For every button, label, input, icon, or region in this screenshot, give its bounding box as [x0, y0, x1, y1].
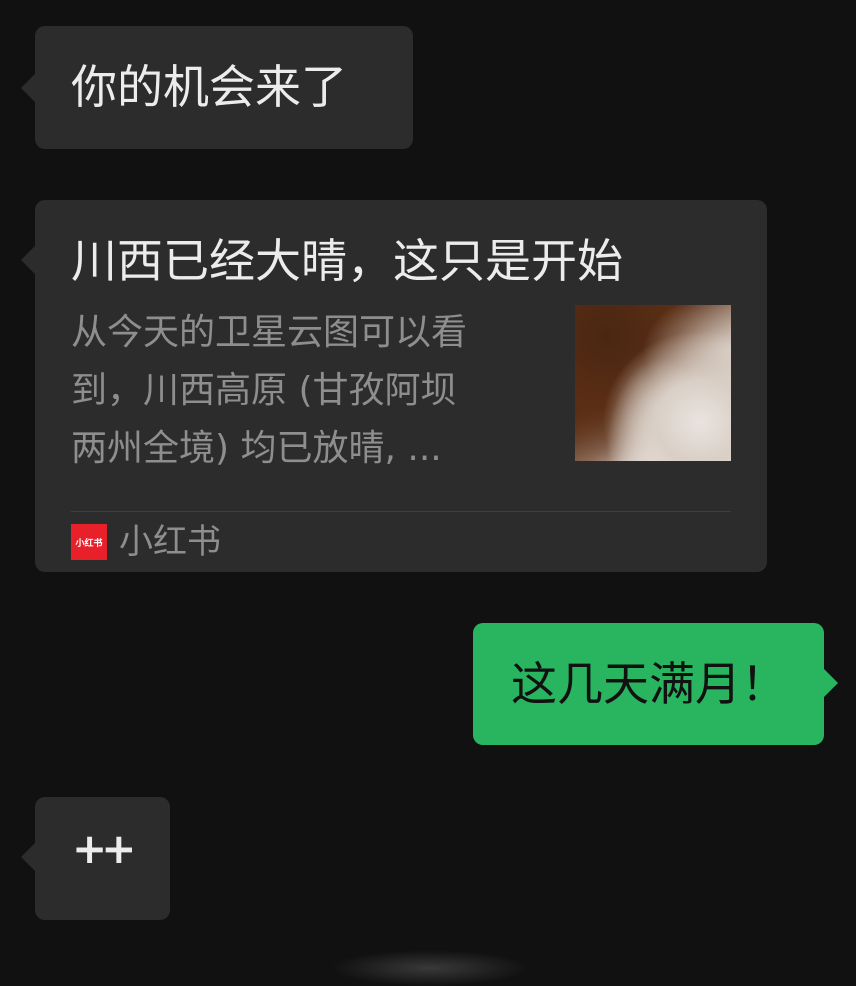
message-text: 你的机会来了 — [71, 60, 347, 114]
xiaohongshu-logo-icon: 小红书 — [71, 524, 107, 560]
cropped-content-edge — [330, 950, 530, 986]
link-card-description-line: 从今天的卫星云图可以看 — [71, 312, 468, 353]
link-card-title: 川西已经大晴，这只是开始 — [71, 234, 623, 288]
message-text: ++ — [72, 824, 136, 873]
link-card-description-line: 两州全境) 均已放晴, ... — [71, 428, 442, 469]
link-card-description: 从今天的卫星云图可以看 到，川西高原 (甘孜阿坝 两州全境) 均已放晴, ... — [71, 304, 541, 478]
message-bubble-outgoing[interactable]: 这几天满月！ — [473, 623, 838, 745]
link-card-divider — [71, 511, 731, 512]
message-bubble-incoming[interactable]: ++ — [21, 797, 170, 920]
message-bubble-incoming[interactable]: 你的机会来了 — [21, 26, 413, 149]
link-card-source-name: 小红书 — [119, 522, 221, 562]
message-text: 这几天满月！ — [511, 657, 787, 711]
link-card-description-line: 到，川西高原 (甘孜阿坝 — [71, 370, 457, 411]
link-card-thumbnail-image — [575, 305, 731, 461]
link-card-message[interactable]: 川西已经大晴，这只是开始 从今天的卫星云图可以看 到，川西高原 (甘孜阿坝 两州… — [21, 200, 767, 572]
